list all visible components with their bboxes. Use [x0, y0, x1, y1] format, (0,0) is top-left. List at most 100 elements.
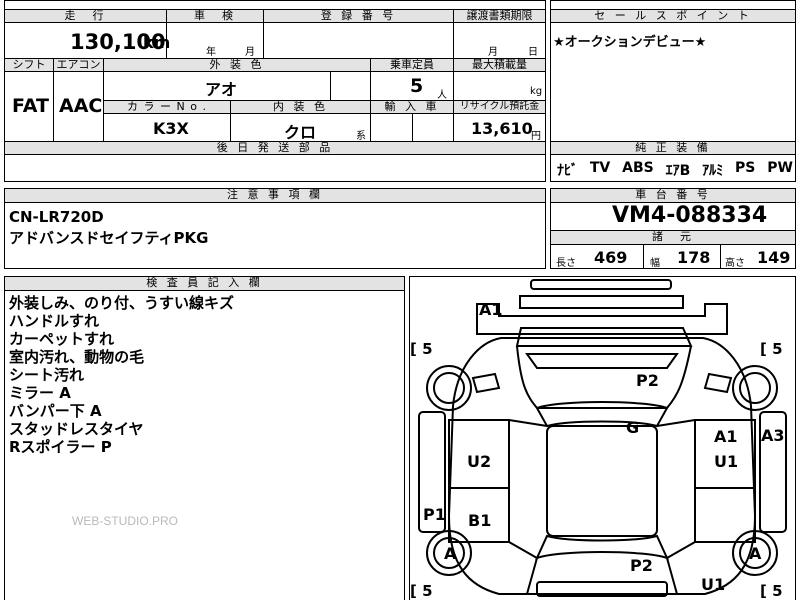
notes-line-2: アドバンスドセイフティPKG: [9, 229, 209, 247]
inspector-line: カーペットすれ: [9, 330, 115, 348]
max-load-header: 最大積載量: [453, 58, 546, 72]
max-load-unit: kg: [530, 86, 543, 97]
equipment-item-pw: PW: [767, 160, 793, 176]
recycle-value: 13,610: [471, 119, 533, 138]
equipment-item-abs: ABS: [622, 160, 654, 176]
dims-width-value: 178: [677, 248, 711, 267]
inspector-header: 検 査 員 記 入 欄: [4, 276, 405, 291]
registration-cell: [263, 22, 454, 59]
chassis-header: 車 台 番 号: [550, 188, 796, 203]
capacity-unit: 人: [437, 90, 447, 101]
exterior-color-header: 外 装 色: [103, 58, 371, 72]
chassis-value: VM4-088334: [612, 203, 768, 228]
right-c-pillar: [666, 541, 696, 559]
interior-color-header: 内 装 色: [230, 100, 371, 114]
dims-width-label: 幅: [650, 258, 660, 269]
windshield: [535, 401, 669, 428]
mark-left-rear-fender: P1: [423, 505, 446, 524]
dims-height-label: 高さ: [725, 258, 745, 269]
tire-front-right: [ 5: [760, 340, 783, 358]
interior-color-value: クロ: [284, 123, 317, 142]
mark-trunk: P2: [630, 556, 653, 575]
followup-header: 後 日 発 送 部 品: [4, 141, 546, 155]
right-mirror: [703, 372, 733, 394]
shaken-year: 年: [206, 47, 216, 58]
inspector-line: ミラー A: [9, 384, 71, 402]
equipment-item-navi: ﾅﾋﾞ: [557, 163, 578, 179]
equipment-item-alloy: ｱﾙﾐ: [702, 163, 724, 179]
inspector-line: Rスポイラー P: [9, 438, 112, 456]
aircon-header: エアコン: [53, 58, 104, 72]
mileage-header: 走 行: [4, 9, 167, 23]
sales-point-header: セ ー ル ス ポ イ ン ト: [550, 9, 796, 23]
tire-front-left: [ 5: [410, 340, 433, 358]
notes-line-1: CN-LR720D: [9, 208, 104, 226]
interior-color-suffix: 系: [356, 131, 366, 142]
import-header: 輸 入 車: [370, 100, 454, 114]
recycle-unit: 円: [531, 131, 541, 142]
capacity-value: 5: [410, 75, 424, 97]
exterior-color-value: アオ: [205, 80, 238, 99]
equipment-item-ps: PS: [735, 160, 756, 176]
equipment-header: 純 正 装 備: [550, 141, 796, 155]
mark-right-front-door: A1: [714, 427, 738, 446]
tire-rear-right: [ 5: [760, 582, 783, 600]
front-bumper-bar: [530, 279, 672, 290]
left-mirror: [471, 372, 501, 394]
inspector-line: スタッドレスタイヤ: [9, 420, 144, 438]
mark-hood: P2: [636, 371, 659, 390]
tire-rear-left: [ 5: [410, 582, 433, 600]
mark-left-rear-door: B1: [468, 511, 492, 530]
color-no-value: K3X: [153, 119, 189, 138]
transfer-month: 月: [488, 47, 498, 58]
inspector-line: 室内汚れ、動物の毛: [9, 348, 145, 366]
front-grille-bar: [519, 295, 684, 309]
sales-point-text: ★オークションデビュー★: [553, 35, 707, 50]
roof: [546, 425, 658, 537]
inspector-line: バンパー下 A: [9, 402, 102, 420]
left-c-pillar: [508, 541, 538, 559]
right-a-pillar: [656, 419, 696, 427]
mark-front-bumper: A1: [479, 300, 503, 319]
transfer-header: 譲渡書類期限: [453, 9, 546, 23]
left-a-pillar: [508, 419, 548, 427]
inspector-lines: 外装しみ、のり付、うすい線キズ ハンドルすれ カーペットすれ 室内汚れ、動物の毛…: [9, 294, 234, 456]
exterior-color-extra: [330, 71, 371, 101]
capacity-header: 乗車定員: [370, 58, 454, 72]
equipment-item-airbag: ｴｱB: [665, 163, 691, 179]
mark-rear-bumper: U1: [701, 575, 726, 594]
notes-header: 注 意 事 項 欄: [4, 188, 546, 203]
hood-detail: [525, 353, 679, 369]
followup-cell: [4, 154, 546, 182]
inspector-line: ハンドルすれ: [9, 312, 100, 330]
dims-height-value: 149: [757, 248, 791, 267]
recycle-header: リサイクル預託金: [453, 100, 546, 114]
color-no-header: カ ラ ー N o .: [103, 100, 231, 114]
hood: [516, 345, 692, 409]
shaken-header: 車 検: [166, 9, 264, 23]
dims-header: 諸 元: [550, 230, 796, 245]
dims-length-label: 長さ: [556, 258, 576, 269]
dims-length-value: 469: [594, 248, 628, 267]
aircon-value: AAC: [59, 95, 103, 117]
shaken-month: 月: [245, 47, 255, 58]
watermark: WEB-STUDIO.PRO: [72, 514, 179, 528]
import-cell-b: [412, 113, 454, 142]
equipment-list: ﾅﾋﾞ TV ABS ｴｱB ｱﾙﾐ PS PW: [557, 160, 793, 180]
shift-value: FAT: [12, 95, 49, 117]
equipment-item-tv: TV: [589, 160, 611, 176]
trunk-lines: [526, 557, 678, 595]
mark-left-rear-wheel: A: [444, 544, 457, 563]
inspector-line: シート汚れ: [9, 366, 85, 384]
inspector-line: 外装しみ、のり付、うすい線キズ: [9, 294, 235, 312]
mark-right-rear-wheel: A: [749, 544, 762, 563]
mark-left-front-door: U2: [467, 452, 492, 471]
shift-header: シフト: [4, 58, 54, 72]
mark-right-front-fender: A3: [761, 426, 785, 445]
import-cell-a: [370, 113, 413, 142]
car-diagram: [418, 279, 787, 597]
rear-window: [535, 534, 669, 560]
mark-right-rear-door: U1: [714, 452, 739, 471]
mark-roof: G: [626, 418, 640, 437]
registration-header: 登 録 番 号: [263, 9, 454, 23]
